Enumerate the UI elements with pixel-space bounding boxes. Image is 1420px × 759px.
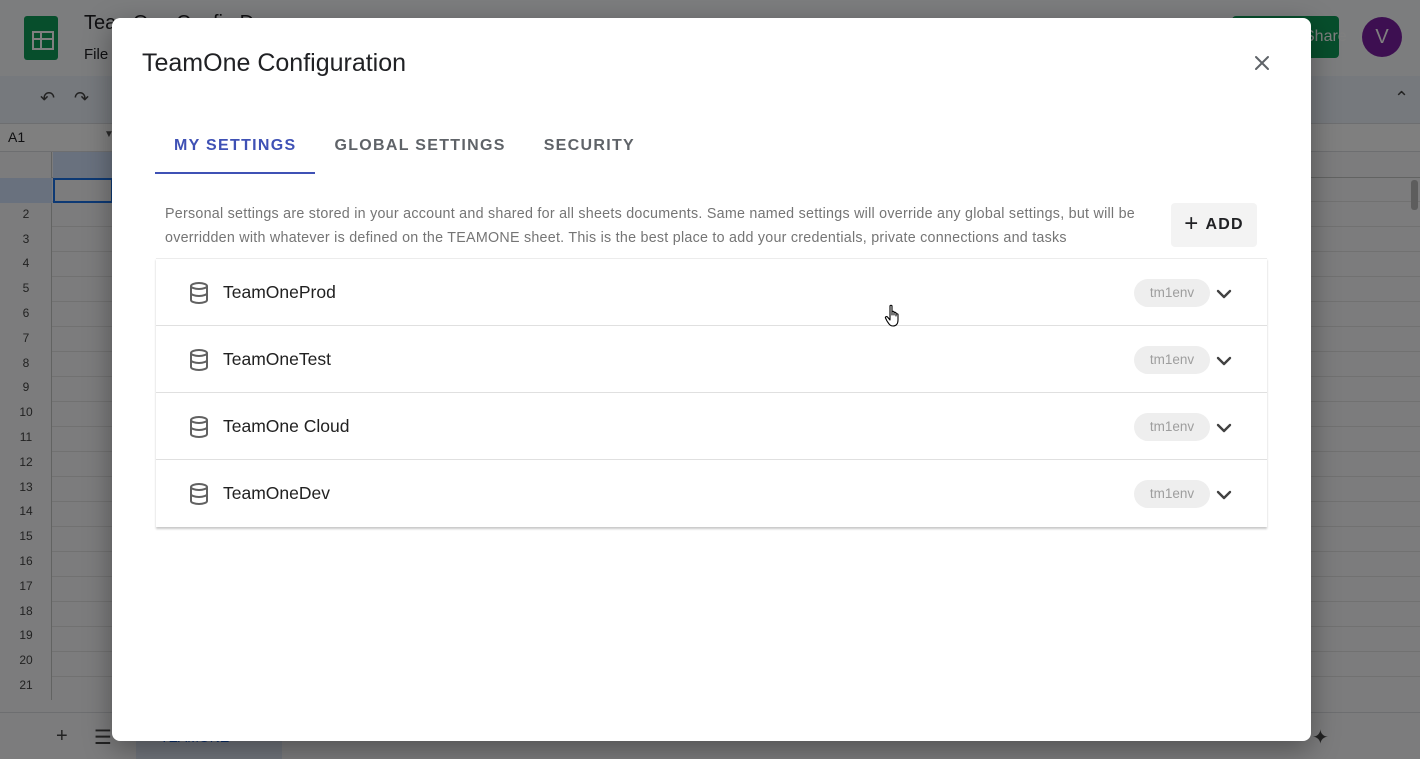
environment-chip: tm1env <box>1134 480 1210 508</box>
list-item[interactable]: TeamOne Cloud tm1env <box>156 393 1267 460</box>
list-item[interactable]: TeamOneProd tm1env <box>156 259 1267 326</box>
chevron-down-icon[interactable] <box>1213 484 1235 506</box>
configuration-dialog: TeamOne Configuration MY SETTINGS GLOBAL… <box>112 18 1311 741</box>
plus-icon: + <box>1184 209 1200 237</box>
close-icon <box>1255 56 1269 70</box>
tab-my-settings[interactable]: MY SETTINGS <box>155 130 316 174</box>
settings-tabs: MY SETTINGS GLOBAL SETTINGS SECURITY <box>155 130 654 174</box>
chevron-down-icon[interactable] <box>1213 283 1235 305</box>
setting-name: TeamOneProd <box>223 282 336 302</box>
database-icon <box>190 416 208 438</box>
tab-security[interactable]: SECURITY <box>525 130 654 174</box>
chevron-down-icon[interactable] <box>1213 350 1235 372</box>
setting-name: TeamOneTest <box>223 349 331 369</box>
environment-chip: tm1env <box>1134 346 1210 374</box>
chevron-down-icon[interactable] <box>1213 417 1235 439</box>
database-icon <box>190 349 208 371</box>
database-icon <box>190 282 208 304</box>
close-button[interactable] <box>1246 47 1278 79</box>
environment-chip: tm1env <box>1134 413 1210 441</box>
settings-list: TeamOneProd tm1env TeamOneTest tm1env Te… <box>156 258 1267 527</box>
dialog-title: TeamOne Configuration <box>142 49 407 77</box>
list-item[interactable]: TeamOneTest tm1env <box>156 326 1267 393</box>
tab-global-settings[interactable]: GLOBAL SETTINGS <box>315 130 524 174</box>
database-icon <box>190 483 208 505</box>
setting-name: TeamOne Cloud <box>223 416 350 436</box>
hand-cursor-icon <box>884 304 899 327</box>
setting-name: TeamOneDev <box>223 483 330 503</box>
environment-chip: tm1env <box>1134 279 1210 307</box>
add-button[interactable]: + ADD <box>1171 203 1257 247</box>
list-item[interactable]: TeamOneDev tm1env <box>156 460 1267 527</box>
settings-description: Personal settings are stored in your acc… <box>165 206 1135 246</box>
add-button-label: ADD <box>1205 216 1244 233</box>
